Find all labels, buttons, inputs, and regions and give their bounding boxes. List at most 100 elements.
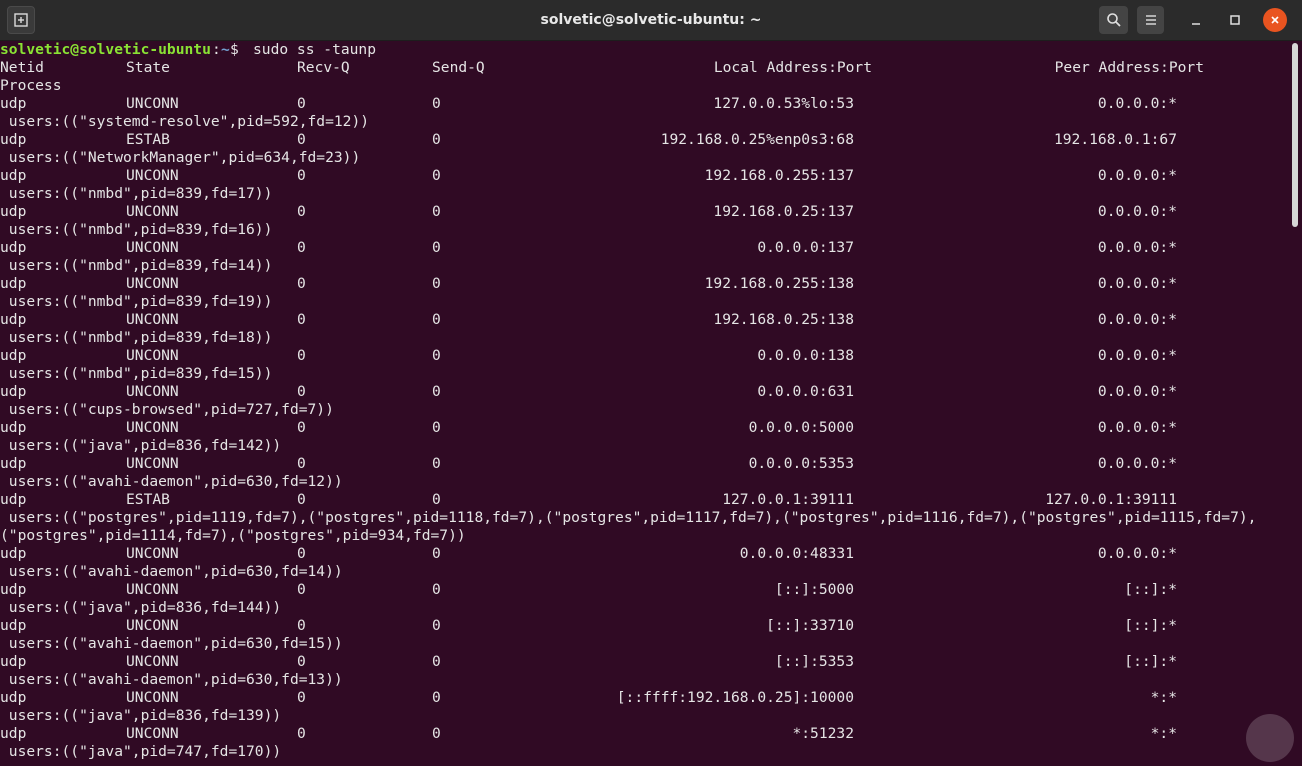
header-peer: Peer Address:Port [1054, 59, 1204, 76]
cell-sendq: 0 [432, 131, 441, 148]
scrollbar[interactable] [1290, 41, 1302, 766]
cell-sendq: 0 [432, 347, 441, 364]
header-local: Local Address:Port [713, 59, 872, 76]
cell-peer-address: 0.0.0.0:* [1097, 383, 1177, 400]
cell-local-address: 192.168.0.25:138 [713, 311, 854, 328]
cell-local-address: [::]:33710 [766, 617, 854, 634]
minimize-button[interactable] [1183, 6, 1209, 34]
cell-state: UNCONN [126, 203, 179, 220]
cell-peer-address: 192.168.0.1:67 [1053, 131, 1177, 148]
row-process-line: users:(("cups-browsed",pid=727,fd=7)) [0, 401, 1290, 419]
cell-peer-address: 0.0.0.0:* [1097, 311, 1177, 328]
cell-state: UNCONN [126, 95, 179, 112]
cell-local-address: 0.0.0.0:631 [757, 383, 854, 400]
cell-sendq: 0 [432, 653, 441, 670]
cell-process: users:(("nmbd",pid=839,fd=19)) [0, 293, 273, 310]
cell-local-address: 192.168.0.25%enp0s3:68 [660, 131, 854, 148]
scrollbar-thumb[interactable] [1292, 43, 1298, 227]
prompt-line: solvetic@solvetic-ubuntu : ~ $ sudo ss -… [0, 41, 1290, 59]
table-row: udp UNCONN 0 0 192.168.0.255:138 0.0.0.0:* [0, 275, 1290, 293]
minimize-icon [1192, 23, 1200, 25]
row-process-line: users:(("java",pid=836,fd=144)) [0, 599, 1290, 617]
table-row: udp UNCONN 0 0 127.0.0.53%lo:53 0.0.0.0:* [0, 95, 1290, 113]
cell-peer-address: [::]:* [1124, 653, 1177, 670]
cell-netid: udp [0, 131, 27, 148]
cell-state: ESTAB [126, 491, 170, 508]
table-row: udp ESTAB 0 0 192.168.0.25%enp0s3:68 192.168.… [0, 131, 1290, 149]
cell-recvq: 0 [297, 689, 306, 706]
cell-process: users:(("cups-browsed",pid=727,fd=7)) [0, 401, 334, 418]
header-process-line: Process [0, 77, 1290, 95]
cell-state: UNCONN [126, 275, 179, 292]
watermark-logo [1246, 714, 1294, 762]
cell-process: users:(("avahi-daemon",pid=630,fd=14)) [0, 563, 343, 580]
cell-state: UNCONN [126, 419, 179, 436]
column-header: Netid State Recv-Q Send-Q Local Address:… [0, 59, 1290, 77]
maximize-icon [1230, 15, 1240, 25]
cell-sendq: 0 [432, 239, 441, 256]
menu-button[interactable] [1137, 6, 1164, 34]
cell-peer-address: *:* [1150, 725, 1177, 742]
row-process-line: users:(("nmbd",pid=839,fd=14)) [0, 257, 1290, 275]
terminal-window: solvetic@solvetic-ubuntu: ~ solvetic@sol… [0, 0, 1302, 766]
prompt-separator: : [212, 41, 221, 58]
close-button[interactable] [1263, 8, 1287, 32]
cell-recvq: 0 [297, 239, 306, 256]
cell-process-cont: ("postgres",pid=1114,fd=7),("postgres",p… [0, 527, 466, 544]
cell-local-address: 127.0.0.1:39111 [722, 491, 854, 508]
cell-recvq: 0 [297, 653, 306, 670]
cell-sendq: 0 [432, 491, 441, 508]
cell-netid: udp [0, 419, 27, 436]
maximize-button[interactable] [1222, 6, 1248, 34]
row-process-line: users:(("avahi-daemon",pid=630,fd=12)) [0, 473, 1290, 491]
cell-recvq: 0 [297, 383, 306, 400]
cell-netid: udp [0, 239, 27, 256]
cell-local-address: [::]:5000 [774, 581, 854, 598]
cell-process: users:(("avahi-daemon",pid=630,fd=15)) [0, 635, 343, 652]
command-text: sudo ss -taunp [253, 41, 377, 58]
row-process-line: users:(("nmbd",pid=839,fd=18)) [0, 329, 1290, 347]
cell-recvq: 0 [297, 167, 306, 184]
cell-peer-address: 0.0.0.0:* [1097, 347, 1177, 364]
table-row: udp UNCONN 0 0 0.0.0.0:5000 0.0.0.0:* [0, 419, 1290, 437]
cell-peer-address: 127.0.0.1:39111 [1045, 491, 1177, 508]
prompt-symbol: $ [230, 41, 248, 58]
table-row: udp UNCONN 0 0 0.0.0.0:138 0.0.0.0:* [0, 347, 1290, 365]
terminal-output[interactable]: solvetic@solvetic-ubuntu : ~ $ sudo ss -… [0, 41, 1290, 766]
cell-process: users:(("systemd-resolve",pid=592,fd=12)… [0, 113, 370, 130]
cell-process: users:(("java",pid=836,fd=142)) [0, 437, 282, 454]
row-process-continuation: ("postgres",pid=1114,fd=7),("postgres",p… [0, 527, 1290, 545]
cell-recvq: 0 [297, 581, 306, 598]
header-state: State [126, 59, 170, 76]
cell-state: UNCONN [126, 239, 179, 256]
cell-netid: udp [0, 545, 27, 562]
cell-state: UNCONN [126, 311, 179, 328]
cell-recvq: 0 [297, 95, 306, 112]
cell-local-address: 0.0.0.0:138 [757, 347, 854, 364]
cell-recvq: 0 [297, 617, 306, 634]
cell-netid: udp [0, 275, 27, 292]
cell-peer-address: 0.0.0.0:* [1097, 545, 1177, 562]
titlebar: solvetic@solvetic-ubuntu: ~ [0, 0, 1302, 41]
cell-state: ESTAB [126, 131, 170, 148]
cell-local-address: 192.168.0.25:137 [713, 203, 854, 220]
search-button[interactable] [1099, 6, 1128, 34]
cell-local-address: 0.0.0.0:5000 [748, 419, 854, 436]
cell-recvq: 0 [297, 275, 306, 292]
cell-state: UNCONN [126, 545, 179, 562]
cell-netid: udp [0, 311, 27, 328]
cell-process: users:(("nmbd",pid=839,fd=14)) [0, 257, 273, 274]
cell-peer-address: [::]:* [1124, 617, 1177, 634]
table-row: udp UNCONN 0 0 192.168.0.25:137 0.0.0.0:* [0, 203, 1290, 221]
row-process-line: users:(("nmbd",pid=839,fd=16)) [0, 221, 1290, 239]
cell-peer-address: 0.0.0.0:* [1097, 203, 1177, 220]
cell-sendq: 0 [432, 581, 441, 598]
cell-netid: udp [0, 383, 27, 400]
cell-process: users:(("nmbd",pid=839,fd=16)) [0, 221, 273, 238]
prompt-path: ~ [221, 41, 230, 58]
cell-recvq: 0 [297, 725, 306, 742]
cell-state: UNCONN [126, 581, 179, 598]
new-tab-button[interactable] [7, 6, 35, 34]
cell-netid: udp [0, 203, 27, 220]
cell-local-address: [::ffff:192.168.0.25]:10000 [616, 689, 854, 706]
